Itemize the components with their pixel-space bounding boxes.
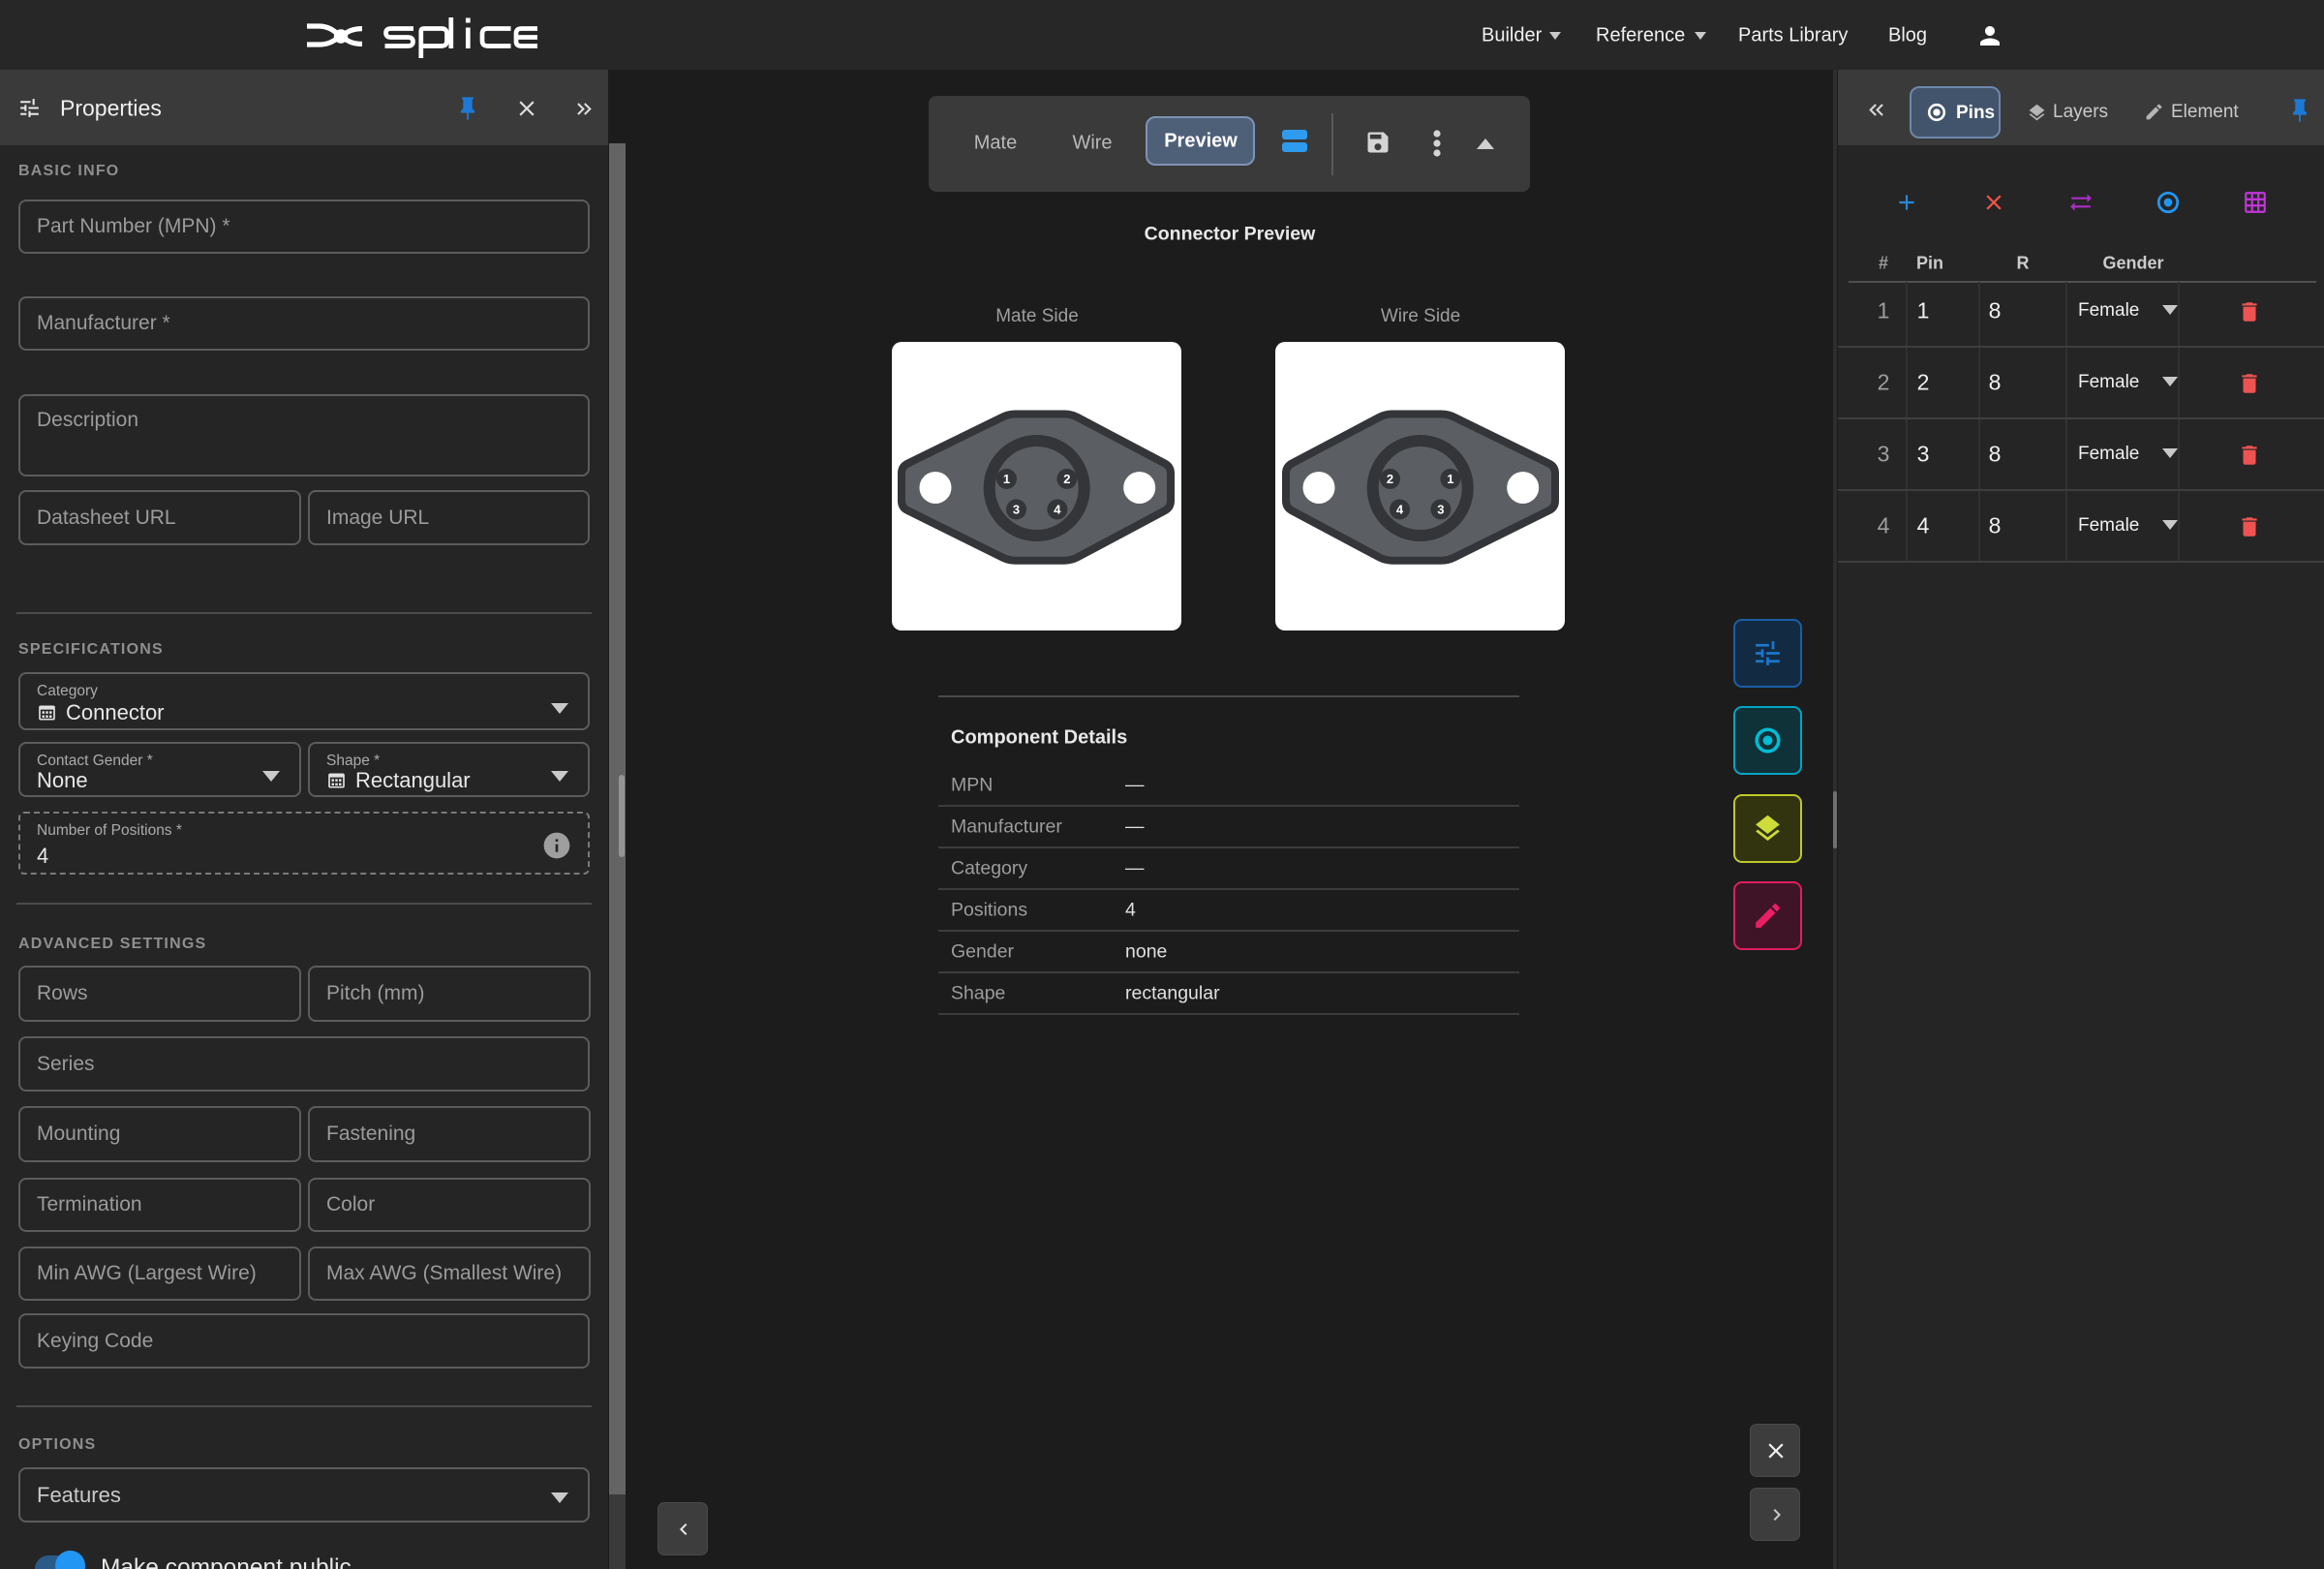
svg-text:1: 1	[1003, 472, 1010, 486]
svg-text:4: 4	[1054, 503, 1061, 517]
svg-text:1: 1	[1447, 472, 1453, 486]
svg-text:3: 3	[1013, 503, 1020, 517]
svg-text:4: 4	[1396, 503, 1404, 517]
svg-text:3: 3	[1437, 503, 1444, 517]
svg-text:2: 2	[1063, 472, 1070, 486]
svg-text:2: 2	[1387, 472, 1393, 486]
